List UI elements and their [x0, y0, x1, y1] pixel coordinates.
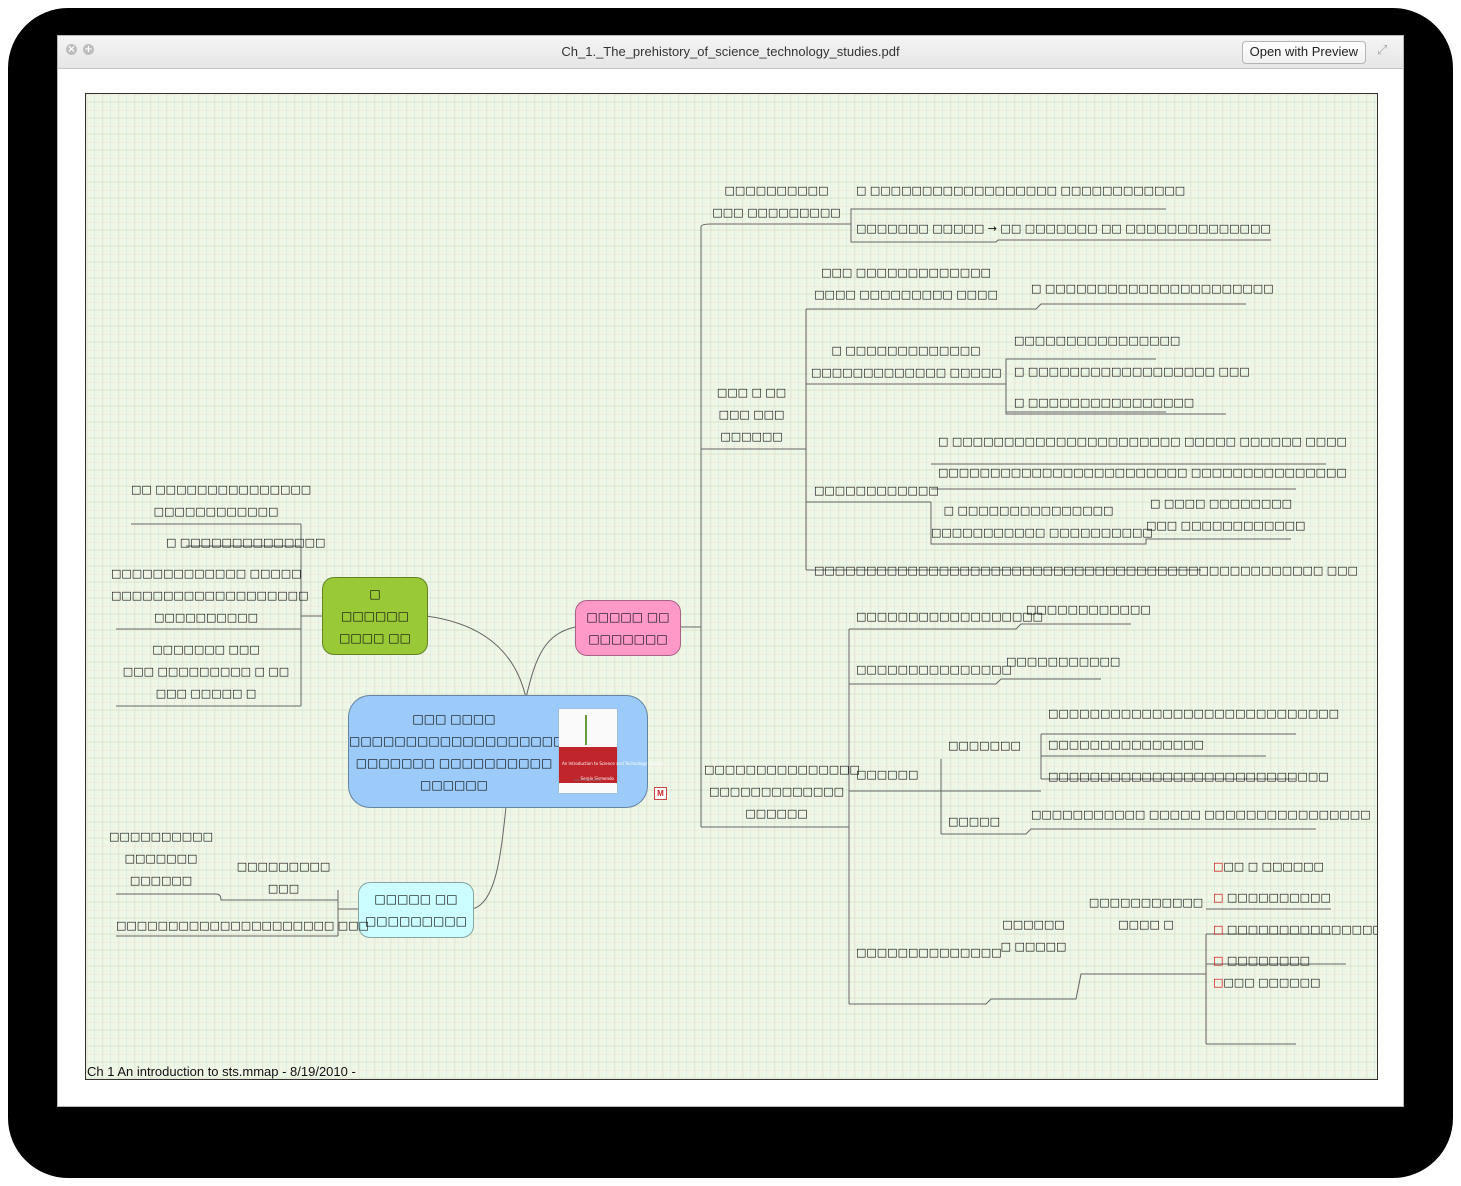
leaf-item[interactable]: □□□□□□□□□□□□□□□ — [1048, 734, 1204, 756]
fullscreen-icon[interactable]: ⤢ — [1377, 44, 1391, 58]
subtopic-item-child[interactable]: □□□□□□□□□□□ — [1006, 651, 1120, 673]
bullet-marker-icon: □ — [1213, 860, 1224, 873]
subtopic-item-child[interactable]: □ □□□□□□□□□□□□□□□ □□□□□□□□□□□ □□□□□□□□□□ — [931, 500, 1153, 544]
topic-cyan-child[interactable]: □□□□□□□□□□□□□□□□□□□□□ □□□ — [116, 915, 369, 937]
link-central-pink — [525, 626, 576, 699]
subtopic-item[interactable]: □□□ □□□□□□□□□□□□□ □□□□ □□□□□□□□□ □□□□ — [811, 262, 1001, 306]
pdf-page: □□□ □□□□ □□□□□□□□□□□□□□□□□□□ □□□□□□□ □□□… — [85, 93, 1378, 1080]
subtopic[interactable]: □□□□□□□□□□ □□□ □□□□□□□□□ — [704, 180, 849, 224]
topic-cyan-child[interactable]: □□□□□□□□□ □□□ — [236, 856, 331, 900]
topic-pink[interactable]: □□□□□ □□ □□□□□□□ — [575, 600, 681, 656]
subtopic-item-child[interactable]: □□□□□ — [948, 811, 1000, 833]
subtopic[interactable]: □□□ □ □□ □□□ □□□ □□□□□□ — [704, 382, 799, 448]
book-cover-image: An Introduction to Science and Technolog… — [559, 709, 664, 793]
subtopic-item[interactable]: □□□□□□ — [856, 764, 918, 786]
cover-publisher: WILEY-BLACKWELL — [574, 778, 602, 782]
subtopic-item[interactable]: □□□□□□□□□□□□□□ — [856, 942, 1002, 964]
link-central-green — [425, 615, 527, 699]
central-topic-text: □□□ □□□□ □□□□□□□□□□□□□□□□□□□ □□□□□□□ □□□… — [349, 711, 565, 792]
subtopic-item-child[interactable]: □ □□□□□□□□□□□□□□□□□□□□□□ — [1031, 278, 1274, 300]
bullet-item[interactable]: □ □□□□□□□□□□ — [1213, 887, 1331, 909]
bullet-item[interactable]: □ □□□□□□□□□□□□□□□□□ — [1213, 919, 1377, 941]
topic-green[interactable]: □ □□□□□□ □□□□ □□ — [322, 577, 428, 655]
bullet-marker-icon: □ — [1213, 976, 1224, 989]
subtopic-item[interactable]: □□□□□□□□□□□□ — [814, 480, 939, 502]
window-title: Ch_1._The_prehistory_of_science_technolo… — [561, 44, 900, 59]
leaf-item[interactable]: □□□□□□□□□□□□□□□□□□□□□□□□□□□□ — [1048, 703, 1339, 725]
bullet-marker-icon: □ — [1213, 891, 1224, 904]
topic-green-child[interactable]: □□□□□□□□□□□□□ □□□□□ □□□□□□□□□□□□□□□□□□□ … — [111, 563, 308, 629]
leaf-item[interactable]: □□□□□□□□□□□ □□□□□ □□□□□□□□□□□□□□□□ — [1031, 804, 1371, 826]
link-central-cyan — [471, 806, 507, 910]
bullet-item[interactable]: □ □□□□□□□□ □□□□ □□□□□□ — [1213, 950, 1320, 994]
subtopic-child[interactable]: □□□□□□□ □□□□□ → □□ □□□□□□□ □□ □□□□□□□□□□… — [856, 218, 1271, 240]
subtopic-item-grandchild[interactable]: □ □□□□ □□□□□□□□ □□□ □□□□□□□□□□□□ — [1146, 493, 1305, 537]
subtopic[interactable]: □□□□□□□□□□□□□□□ □□□□□□□□□□□□□ □□□□□□ — [704, 759, 860, 825]
subtopic-item-grandchild[interactable]: □□□□□□□□□□□ □□□□ □ — [1086, 892, 1206, 936]
mindmanager-icon: M — [654, 787, 667, 800]
bullet-marker-icon: □ — [1213, 954, 1224, 967]
open-with-preview-button[interactable]: Open with Preview — [1241, 41, 1366, 64]
page-footer: Ch 1 An introduction to sts.mmap - 8/19/… — [87, 1064, 356, 1079]
central-topic[interactable]: □□□ □□□□ □□□□□□□□□□□□□□□□□□□ □□□□□□□ □□□… — [348, 695, 664, 808]
link-pink-trunk — [679, 227, 702, 827]
subtopic-item[interactable]: □ □□□□□□□□□□□□□ □□□□□□□□□□□□□ □□□□□ — [811, 340, 1002, 384]
subtopic-item-child[interactable]: □ □□□□□□□□□□□□□□□□□□□□□□ □□□□□ □□□□□□ □□… — [938, 431, 1347, 453]
subtopic-item-child[interactable]: □□□□□□□ — [948, 735, 1021, 757]
subtopic-item-child[interactable]: □□□□□□□□□□□□ — [1026, 599, 1151, 621]
cover-title: An Introduction to Science and Technolog… — [562, 761, 664, 766]
subtopic-item[interactable]: □□□□□□□□□□□□□□□□□□□□□□□□□□□□□□□□□□□□□□□□… — [814, 560, 1358, 582]
topic-green-child[interactable]: □□ □□□□□□□□□□□□□□□ □□□□□□□□□□□□ — [131, 479, 311, 523]
subtopic-child[interactable]: □ □□□□□□□□□□□□□□□□□□ □□□□□□□□□□□□ — [856, 180, 1185, 202]
subtopic-item-child[interactable]: □ □□□□□□□□□□□□□□□□ — [1014, 392, 1194, 414]
leaf-item[interactable]: □□□□□□□□□□□□□□□□□□□□□□□□□□□ — [1048, 766, 1329, 788]
subtopic-item-child[interactable]: □□□□□□ □ □□□□□ — [991, 914, 1076, 958]
subtopic-item-child[interactable]: □□□□□□□□□□□□□□□□ — [1014, 330, 1180, 352]
topic-green-child[interactable]: □□□□□□□ □□□ □□□ □□□□□□□□□ □ □□ □□□ □□□□□… — [111, 639, 301, 705]
subtopic-item[interactable]: □□□□□□□□□□□□□□□□□□ — [856, 606, 1043, 628]
title-bar[interactable]: × + Ch_1._The_prehistory_of_science_tech… — [58, 36, 1403, 69]
quicklook-window: × + Ch_1._The_prehistory_of_science_tech… — [57, 35, 1404, 1107]
subtopic-item-child[interactable]: □□□□□□□□□□□□□□□□□□□□□□□□ □□□□□□□□□□□□□□□ — [938, 462, 1347, 484]
bullet-item[interactable]: □□□ □ □□□□□□ — [1213, 856, 1324, 878]
subtopic-item[interactable]: □□□□□□□□□□□□□□□ — [856, 659, 1012, 681]
plant-illustration — [585, 715, 587, 745]
topic-green-child[interactable]: □ □□□□□□□□□□□□□□ — [166, 532, 325, 554]
topic-cyan[interactable]: □□□□□ □□ □□□□□□□□□ — [358, 882, 474, 938]
subtopic-item-child[interactable]: □ □□□□□□□□□□□□□□□□□□ □□□ — [1014, 361, 1250, 383]
topic-cyan-child[interactable]: □□□□□□□□□□ □□□□□□□ □□□□□□ — [106, 826, 216, 892]
bullet-marker-icon: □ — [1213, 923, 1224, 936]
